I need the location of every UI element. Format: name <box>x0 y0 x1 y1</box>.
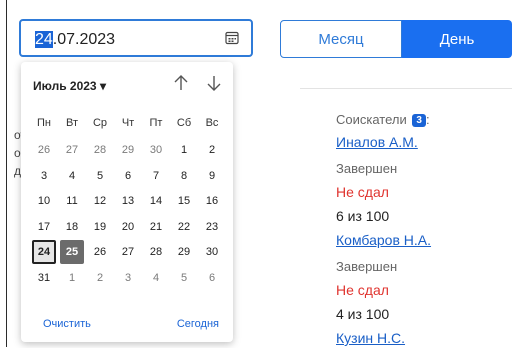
calendar-day[interactable]: 26 <box>88 240 112 264</box>
applicant-name-link[interactable]: Кузин Н.С. <box>336 330 405 346</box>
applicants-header-suffix: : <box>425 112 430 127</box>
calendar-day[interactable]: 15 <box>172 189 196 213</box>
weekday-label: Вт <box>65 117 78 129</box>
weekday-label: Вс <box>205 117 219 129</box>
date-input-value: 24.07.2023 <box>35 31 115 49</box>
calendar-day-selected[interactable]: 25 <box>60 240 84 264</box>
weekday-header-row: Пн Вт Ср Чт Пт Сб Вс <box>32 117 222 133</box>
calendar-day[interactable]: 22 <box>172 215 196 239</box>
day-view-button[interactable]: День <box>402 20 512 58</box>
calendar-day[interactable]: 23 <box>200 215 224 239</box>
applicants-header-label: Соискатели <box>336 112 407 127</box>
calendar-day[interactable]: 27 <box>116 240 140 264</box>
bg-text-fragment: о <box>14 146 21 160</box>
weekday-label: Пт <box>149 117 163 129</box>
clear-button[interactable]: Очистить <box>43 318 91 330</box>
applicant-status: Завершен <box>336 259 398 274</box>
applicant-result: Не сдал <box>336 184 389 200</box>
calendar-day[interactable]: 18 <box>60 215 84 239</box>
month-year-dropdown[interactable]: Июль 2023 ▾ <box>33 79 106 93</box>
applicant-status: Завершен <box>336 161 398 176</box>
view-toggle: Месяц День <box>280 20 512 58</box>
applicant-name-link[interactable]: Иналов А.М. <box>336 134 418 150</box>
calendar-day[interactable]: 5 <box>88 164 112 188</box>
bg-text-fragment: д <box>14 164 22 178</box>
calendar-day-today[interactable]: 24 <box>32 240 56 264</box>
calendar-day[interactable]: 8 <box>172 164 196 188</box>
calendar-day[interactable]: 3 <box>116 266 140 290</box>
arrow-up-icon[interactable] <box>171 73 191 93</box>
calendar-day[interactable]: 12 <box>88 189 112 213</box>
calendar-day[interactable]: 5 <box>172 266 196 290</box>
today-button[interactable]: Сегодня <box>177 318 219 330</box>
applicants-count-badge: 3 <box>412 114 426 127</box>
applicant-score: 4 из 100 <box>336 306 390 322</box>
calendar-day[interactable]: 29 <box>116 138 140 162</box>
weekday-label: Сб <box>176 117 192 129</box>
calendar-day[interactable]: 20 <box>116 215 140 239</box>
applicant-result: Не сдал <box>336 282 389 298</box>
date-picker-popup: Июль 2023 ▾ Пн Вт Ср Чт Пт Сб Вс 26 27 28 29 30 1 2 3… <box>21 62 233 342</box>
applicants-header: Соискатели 3: <box>336 112 430 127</box>
weekday-label: Ср <box>92 117 108 129</box>
calendar-day[interactable]: 27 <box>60 138 84 162</box>
calendar-day[interactable]: 10 <box>32 189 56 213</box>
calendar-day[interactable]: 21 <box>144 215 168 239</box>
calendar-day[interactable]: 4 <box>60 164 84 188</box>
calendar-day[interactable]: 30 <box>200 240 224 264</box>
calendar-day[interactable]: 6 <box>116 164 140 188</box>
calendar-day[interactable]: 26 <box>32 138 56 162</box>
calendar-day[interactable]: 17 <box>32 215 56 239</box>
calendar-day[interactable]: 13 <box>116 189 140 213</box>
calendar-day[interactable]: 7 <box>144 164 168 188</box>
calendar-day[interactable]: 1 <box>60 266 84 290</box>
applicant-score: 6 из 100 <box>336 208 390 224</box>
calendar-day[interactable]: 9 <box>200 164 224 188</box>
date-input[interactable]: 24.07.2023 <box>19 19 253 57</box>
calendar-day[interactable]: 2 <box>88 266 112 290</box>
calendar-day[interactable]: 6 <box>200 266 224 290</box>
calendar-day[interactable]: 30 <box>144 138 168 162</box>
calendar-icon[interactable] <box>225 31 239 45</box>
calendar-day[interactable]: 29 <box>172 240 196 264</box>
date-input-rest-text: .07.2023 <box>52 31 116 48</box>
arrow-down-icon[interactable] <box>204 73 224 93</box>
weekday-label: Чт <box>121 117 135 129</box>
calendar-day[interactable]: 28 <box>88 138 112 162</box>
calendar-day[interactable]: 19 <box>88 215 112 239</box>
calendar-day[interactable]: 1 <box>172 138 196 162</box>
calendar-day[interactable]: 11 <box>60 189 84 213</box>
calendar-day[interactable]: 28 <box>144 240 168 264</box>
month-view-button[interactable]: Месяц <box>280 20 402 58</box>
calendar-day[interactable]: 16 <box>200 189 224 213</box>
applicant-name-link[interactable]: Комбаров Н.А. <box>336 232 431 248</box>
calendar-day[interactable]: 31 <box>32 266 56 290</box>
weekday-label: Пн <box>37 117 51 129</box>
content-card <box>300 88 512 348</box>
calendar-day[interactable]: 2 <box>200 138 224 162</box>
date-input-selected-text: 24 <box>35 31 53 48</box>
calendar-day[interactable]: 3 <box>32 164 56 188</box>
calendar-day[interactable]: 4 <box>144 266 168 290</box>
calendar-day[interactable]: 14 <box>144 189 168 213</box>
